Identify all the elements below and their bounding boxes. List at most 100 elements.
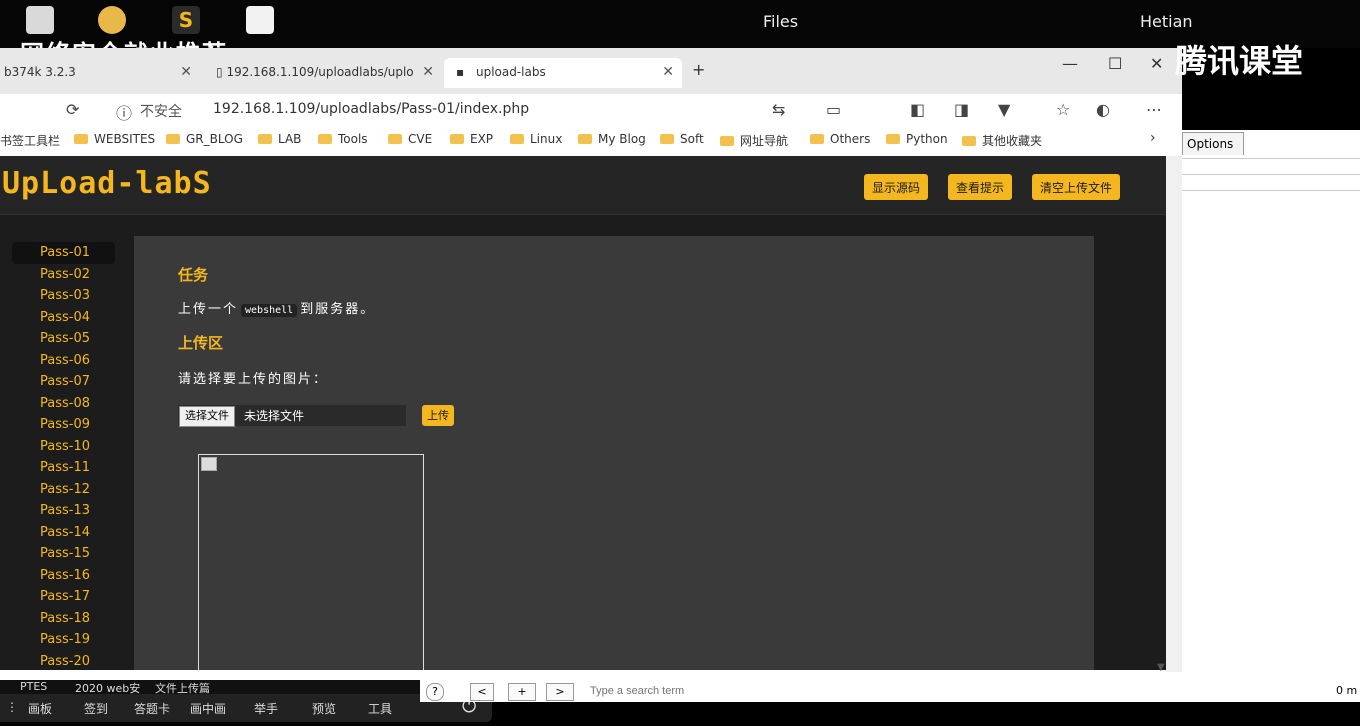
show-hint-button[interactable]: 查看提示 [948, 174, 1012, 200]
new-tab-button[interactable]: + [692, 60, 705, 79]
close-icon[interactable]: ✕ [662, 58, 674, 86]
close-icon[interactable]: ✕ [422, 58, 434, 86]
more-icon[interactable]: ⋯ [1146, 100, 1162, 119]
sidebar-item-pass-07[interactable]: Pass-07 [12, 371, 115, 393]
sidebar-item-pass-20[interactable]: Pass-20 [12, 651, 115, 671]
background-app-panel: Options [1182, 130, 1360, 685]
toolbar-item-raise-hand[interactable]: 举手 [254, 700, 278, 717]
sidebar-item-pass-18[interactable]: Pass-18 [12, 608, 115, 630]
folder-icon [450, 134, 464, 144]
toolbar-item-answer-card[interactable]: 答题卡 [134, 700, 170, 717]
prev-button[interactable]: < [470, 683, 494, 701]
reload-icon[interactable]: ⟳ [66, 100, 79, 119]
filter-icon[interactable]: ▼ [998, 100, 1010, 119]
course-tag: PTES [20, 680, 48, 693]
sidebar-item-pass-14[interactable]: Pass-14 [12, 522, 115, 544]
tab-favicon-icon: ▪ [456, 65, 465, 79]
divider [1182, 158, 1360, 159]
search-input[interactable] [588, 682, 792, 700]
sidebar-item-pass-02[interactable]: Pass-02 [12, 264, 115, 286]
url-field[interactable]: 192.168.1.109/uploadlabs/Pass-01/index.p… [213, 101, 529, 117]
upload-heading: 上传区 [178, 334, 224, 352]
file-app-icon[interactable] [246, 6, 274, 34]
help-button[interactable]: ? [426, 683, 444, 701]
image-preview [198, 454, 424, 670]
window-close-icon[interactable]: ✕ [1150, 54, 1163, 73]
bookmark-folder[interactable]: My Blog [578, 132, 646, 146]
extension-icon[interactable]: ◧ [910, 100, 925, 119]
close-icon[interactable]: ✕ [180, 58, 192, 86]
bookmark-folder[interactable]: Soft [660, 132, 704, 146]
terminal-app-icon[interactable] [26, 6, 54, 34]
sidebar-item-pass-12[interactable]: Pass-12 [12, 479, 115, 501]
bookmark-folder[interactable]: Python [886, 132, 948, 146]
vertical-scrollbar[interactable] [1166, 156, 1182, 672]
info-icon[interactable]: ⓘ [116, 100, 132, 124]
sidebar-item-pass-13[interactable]: Pass-13 [12, 500, 115, 522]
folder-icon [578, 134, 592, 144]
bookmark-folder[interactable]: LAB [258, 132, 301, 146]
tab-label: 192.168.1.109/uploadlabs/uplo [226, 65, 414, 79]
grip-icon[interactable]: ⋮ [6, 700, 18, 714]
add-button[interactable]: + [508, 683, 536, 701]
file-input[interactable]: 选择文件 未选择文件 [178, 405, 406, 427]
tab-uploadlabs-url[interactable]: ▯ 192.168.1.109/uploadlabs/uplo ✕ [206, 58, 442, 88]
toolbar-item-pip[interactable]: 画中画 [190, 700, 226, 717]
site-logo[interactable]: UpLoad-labS [2, 166, 212, 201]
sidebar-item-pass-17[interactable]: Pass-17 [12, 586, 115, 608]
bookmark-folder[interactable]: Tools [318, 132, 368, 146]
bookmark-folder[interactable]: GR_BLOG [166, 132, 243, 146]
tab-label: b374k 3.2.3 [4, 65, 76, 79]
sidebar-item-pass-16[interactable]: Pass-16 [12, 565, 115, 587]
tab-upload-labs[interactable]: ▪ upload-labs ✕ [444, 58, 682, 88]
search-bar: ? < + > 0 m [420, 680, 1360, 702]
main-panel: 任务 上传一个 webshell 到服务器。 上传区 请选择要上传的图片： 选择文件… [134, 236, 1094, 670]
bookmark-folder[interactable]: Linux [510, 132, 562, 146]
insecure-label: 不安全 [140, 104, 182, 120]
next-button[interactable]: > [546, 683, 574, 701]
sidebar-item-pass-03[interactable]: Pass-03 [12, 285, 115, 307]
toolbar-item-tools[interactable]: 工具 [368, 700, 392, 717]
task-text: 上传一个 [178, 302, 239, 317]
bookmark-folder[interactable]: CVE [388, 132, 432, 146]
favorites-icon[interactable]: ☆ [1056, 100, 1070, 119]
translate-icon[interactable]: ⇆ [772, 100, 785, 119]
toolbar-item-checkin[interactable]: 签到 [84, 700, 108, 717]
extension-icon[interactable]: ◨ [954, 100, 969, 119]
sublime-app-icon[interactable]: S [172, 6, 200, 34]
watermark-logo: 腾讯课堂 [1175, 42, 1304, 80]
tab-b374k[interactable]: b374k 3.2.3 ✕ [0, 58, 200, 88]
sidebar-item-pass-08[interactable]: Pass-08 [12, 393, 115, 415]
bookmark-folder[interactable]: 其他收藏夹 [962, 132, 1042, 149]
sidebar-item-pass-10[interactable]: Pass-10 [12, 436, 115, 458]
extension-icon[interactable]: ▭ [826, 100, 841, 119]
scroll-down-icon[interactable]: ▼ [1157, 662, 1165, 673]
chevron-right-icon[interactable]: › [1150, 130, 1156, 146]
show-source-button[interactable]: 显示源码 [864, 174, 928, 200]
maximize-icon[interactable]: ☐ [1108, 54, 1122, 73]
toolbar-item-whiteboard[interactable]: 画板 [28, 700, 52, 717]
minimize-icon[interactable]: — [1062, 54, 1078, 73]
bookmark-folder[interactable]: 网址导航 [720, 132, 788, 149]
match-count: 0 m [1336, 684, 1358, 697]
toolbar-item-preview[interactable]: 预览 [312, 700, 336, 717]
bookmark-folder[interactable]: EXP [450, 132, 493, 146]
bookmark-folder[interactable]: WEBSITES [74, 132, 155, 146]
tab-options[interactable]: Options [1182, 132, 1245, 155]
sidebar-item-pass-19[interactable]: Pass-19 [12, 629, 115, 651]
clear-uploads-button[interactable]: 清空上传文件 [1032, 174, 1120, 200]
course-info-bar: PTES 2020 web安 文件上传篇 [0, 680, 420, 695]
choose-file-button[interactable]: 选择文件 [179, 406, 235, 427]
page-icon: ▯ [216, 65, 223, 79]
bookmark-folder[interactable]: Others [810, 132, 870, 146]
browser-app-icon[interactable] [98, 6, 126, 34]
sidebar-item-pass-09[interactable]: Pass-09 [12, 414, 115, 436]
upload-button[interactable]: 上传 [422, 405, 454, 426]
sidebar-item-pass-01[interactable]: Pass-01 [12, 242, 115, 264]
sidebar-item-pass-11[interactable]: Pass-11 [12, 457, 115, 479]
sidebar-item-pass-15[interactable]: Pass-15 [12, 543, 115, 565]
sidebar-item-pass-04[interactable]: Pass-04 [12, 307, 115, 329]
profile-icon[interactable]: ◐ [1096, 100, 1110, 119]
sidebar-item-pass-06[interactable]: Pass-06 [12, 350, 115, 372]
sidebar-item-pass-05[interactable]: Pass-05 [12, 328, 115, 350]
